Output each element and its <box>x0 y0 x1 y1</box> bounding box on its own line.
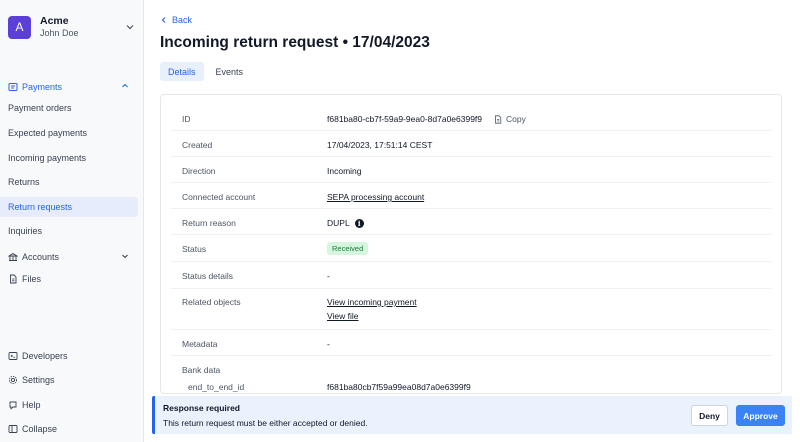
sidebar-item-label: Help <box>22 400 41 410</box>
collapse-icon <box>8 424 18 434</box>
bank-data-sub-value: f681ba80cb7f59a99ea08d7a0e6399f9 <box>327 382 471 392</box>
sidebar-item-accounts[interactable]: Accounts <box>0 247 138 267</box>
detail-row-bank-data: Bank data end_to_end_id f681ba80cb7f59a9… <box>171 356 771 393</box>
detail-value: 17/04/2023, 17:51:14 CEST <box>327 140 433 150</box>
response-required-banner: Response required This return request mu… <box>152 396 792 434</box>
detail-label: Return reason <box>182 218 236 228</box>
deny-button[interactable]: Deny <box>691 405 728 426</box>
sidebar-item-label: Files <box>22 274 42 284</box>
sidebar-item-label: Returns <box>8 177 40 187</box>
back-link[interactable]: Back <box>160 15 192 25</box>
detail-label: Metadata <box>182 339 218 349</box>
back-label: Back <box>172 15 193 25</box>
main-content: Back Incoming return request • 17/04/202… <box>144 0 800 442</box>
sidebar-item-label: Settings <box>22 375 55 385</box>
sidebar-item-collapse[interactable]: Collapse <box>0 419 138 439</box>
sidebar-item-payments[interactable]: Payments <box>0 77 138 97</box>
detail-label: Created <box>182 140 213 150</box>
approve-button[interactable]: Approve <box>736 405 785 426</box>
detail-label: Direction <box>182 166 216 176</box>
sidebar-item-expected-payments[interactable]: Expected payments <box>0 123 138 143</box>
detail-row-direction: Direction Incoming <box>171 157 771 183</box>
sidebar-item-label: Return requests <box>8 202 73 212</box>
org-avatar: A <box>8 15 31 39</box>
detail-row-return-reason: Return reason DUPL i <box>171 209 771 235</box>
bank-data-sub-label: end_to_end_id <box>188 382 245 392</box>
tabs: Details Events <box>160 62 255 81</box>
detail-label: ID <box>182 114 191 124</box>
gear-icon <box>8 375 18 385</box>
sidebar-item-developers[interactable]: Developers <box>0 346 138 366</box>
detail-value: - <box>327 339 330 349</box>
sidebar-item-files[interactable]: Files <box>0 269 138 289</box>
detail-row-related-objects: Related objects View incoming payment Vi… <box>171 289 771 330</box>
detail-label: Connected account <box>182 192 256 202</box>
detail-value: f681ba80-cb7f-59a9-9ea0-8d7a0e6399f9 Cop… <box>327 114 526 124</box>
sidebar-item-label: Accounts <box>22 252 60 262</box>
detail-value: - <box>327 271 330 281</box>
view-incoming-payment-link[interactable]: View incoming payment <box>327 297 417 307</box>
details-card: ID f681ba80-cb7f-59a9-9ea0-8d7a0e6399f9 … <box>160 94 782 394</box>
sidebar-item-label: Developers <box>22 351 68 361</box>
chevron-left-icon <box>161 17 166 23</box>
connected-account-link[interactable]: SEPA processing account <box>327 192 424 202</box>
info-icon[interactable]: i <box>354 218 364 228</box>
tab-details[interactable]: Details <box>160 62 204 81</box>
accounts-icon <box>8 252 18 262</box>
copy-icon <box>495 114 502 124</box>
page-title: Incoming return request • 17/04/2023 <box>160 34 430 51</box>
org-text: Acme John Doe <box>40 15 124 39</box>
sidebar-item-incoming-payments[interactable]: Incoming payments <box>0 148 138 168</box>
detail-value: Received <box>327 242 369 255</box>
payments-icon <box>8 82 18 92</box>
help-icon <box>8 400 18 410</box>
chevron-down-icon <box>122 254 128 259</box>
file-icon <box>8 274 18 284</box>
detail-value: Incoming <box>327 166 362 176</box>
sidebar-item-label: Payments <box>22 82 63 92</box>
detail-row-connected-account: Connected account SEPA processing accoun… <box>171 183 771 209</box>
detail-row-id: ID f681ba80-cb7f-59a9-9ea0-8d7a0e6399f9 … <box>171 105 771 131</box>
sidebar-item-label: Expected payments <box>8 128 88 138</box>
detail-label: Status <box>182 244 207 254</box>
copy-label: Copy <box>506 114 526 124</box>
detail-value: DUPL i <box>327 218 364 228</box>
org-switcher[interactable]: A Acme John Doe <box>8 14 136 40</box>
detail-label: Related objects <box>182 297 241 307</box>
id-value: f681ba80-cb7f-59a9-9ea0-8d7a0e6399f9 <box>327 114 483 124</box>
sidebar-item-settings[interactable]: Settings <box>0 370 138 390</box>
sidebar-item-label: Incoming payments <box>8 153 87 163</box>
developers-icon <box>8 351 18 361</box>
sidebar: A Acme John Doe Payments Payment orders … <box>0 0 144 442</box>
sidebar-item-return-requests[interactable]: Return requests <box>0 197 138 217</box>
tab-events[interactable]: Events <box>208 62 252 81</box>
banner-title: Response required <box>163 403 240 413</box>
org-user: John Doe <box>40 28 79 38</box>
sidebar-item-label: Inquiries <box>8 226 43 236</box>
sidebar-item-help[interactable]: Help <box>0 395 138 415</box>
detail-row-status-details: Status details - <box>171 262 771 289</box>
banner-text: This return request must be either accep… <box>163 418 368 428</box>
detail-label: Bank data <box>182 365 221 375</box>
detail-row-created: Created 17/04/2023, 17:51:14 CEST <box>171 131 771 157</box>
chevron-up-icon <box>122 83 128 88</box>
sidebar-item-returns[interactable]: Returns <box>0 172 138 192</box>
status-badge: Received <box>327 242 369 255</box>
org-name: Acme <box>40 15 69 27</box>
detail-row-metadata: Metadata - <box>171 330 771 356</box>
sidebar-item-label: Collapse <box>22 424 58 434</box>
view-file-link[interactable]: View file <box>327 311 359 321</box>
chevron-down-icon <box>126 25 134 30</box>
detail-label: Status details <box>182 271 234 281</box>
detail-row-status: Status Received <box>171 235 771 262</box>
copy-button[interactable]: Copy <box>494 114 526 124</box>
sidebar-item-label: Payment orders <box>8 103 72 113</box>
sidebar-item-inquiries[interactable]: Inquiries <box>0 221 138 241</box>
return-reason-value: DUPL <box>327 218 350 228</box>
sidebar-item-payment-orders[interactable]: Payment orders <box>0 98 138 118</box>
